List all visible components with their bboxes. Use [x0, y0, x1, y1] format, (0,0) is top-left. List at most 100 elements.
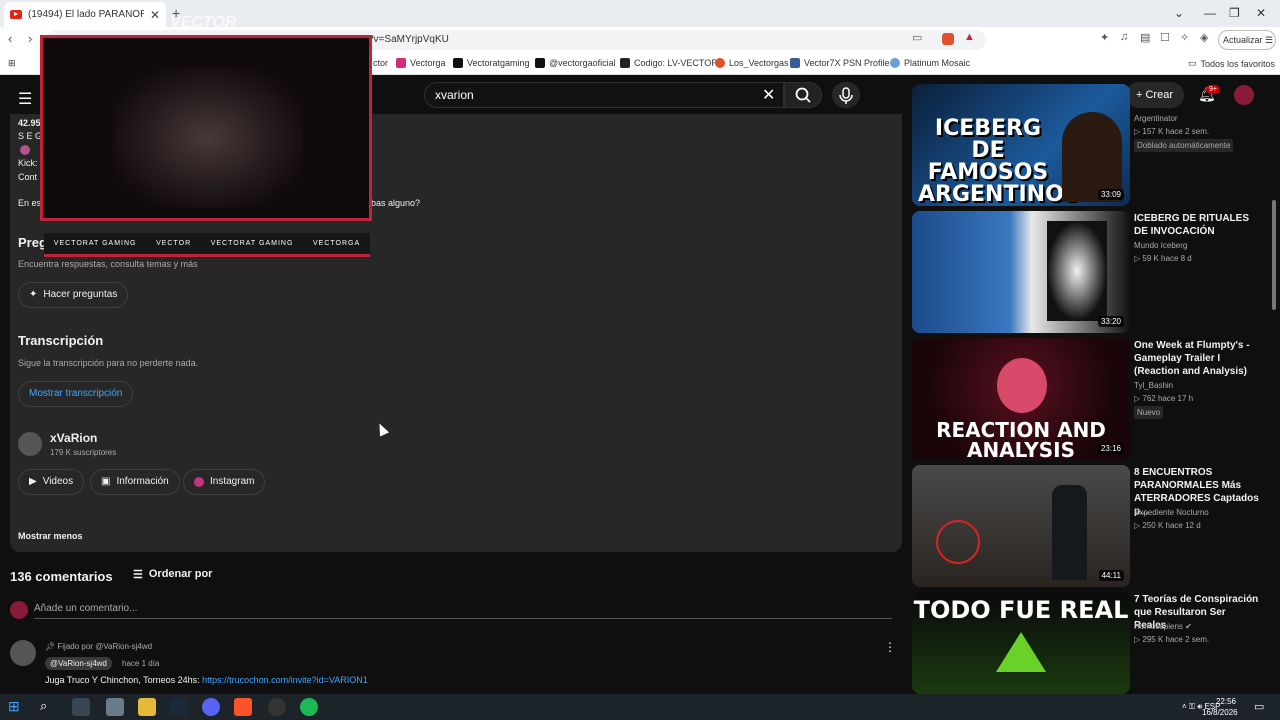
- update-button[interactable]: Actualizar ☰: [1218, 30, 1276, 50]
- psn-icon: [790, 58, 800, 68]
- start-icon[interactable]: ⊞: [8, 698, 20, 715]
- video-channel[interactable]: Homosapiens ✔: [1134, 622, 1192, 631]
- apps-icon[interactable]: ⊞: [8, 58, 16, 69]
- close-window-button[interactable]: ✕: [1256, 6, 1266, 20]
- clock[interactable]: 22:56 16/8/2026: [1202, 696, 1238, 718]
- task-view-icon[interactable]: [72, 698, 90, 716]
- forward-icon[interactable]: ›: [28, 31, 32, 46]
- brave-rewards-icon[interactable]: ▲: [964, 31, 975, 43]
- new-badge: Nuevo: [1134, 406, 1164, 419]
- thumbnail-eye-pyramid: [996, 632, 1046, 672]
- search-icon: [795, 87, 811, 103]
- ai-icon[interactable]: ✧: [1180, 31, 1189, 44]
- page-scrollbar[interactable]: [1272, 200, 1276, 310]
- cast-icon[interactable]: ▭: [912, 31, 922, 44]
- video-channel[interactable]: Mundo Iceberg: [1134, 241, 1187, 250]
- extensions-icon[interactable]: ✦: [1100, 31, 1109, 44]
- video-duration: 44:11: [1098, 570, 1124, 581]
- bookmark-item[interactable]: @vectorgaoficial: [535, 58, 616, 68]
- video-thumbnail[interactable]: TODO FUE REAL: [912, 592, 1130, 694]
- video-thumbnail[interactable]: 33:20: [912, 211, 1130, 333]
- thumbnail-circle: [936, 520, 980, 564]
- youtube-icon: [10, 10, 22, 19]
- voice-search-button[interactable]: [832, 82, 860, 108]
- bookmark-item[interactable]: Los_Vectorgas: [715, 58, 789, 68]
- steam-icon[interactable]: [170, 698, 188, 716]
- video-thumbnail[interactable]: REACTION AND ANALYSIS 23:16: [912, 338, 1130, 460]
- video-thumbnail[interactable]: ICEBERG DE FAMOSOS ARGENTINOS 33:09: [912, 84, 1130, 206]
- bookmark-item[interactable]: Vectorga: [396, 58, 446, 68]
- all-favorites[interactable]: ▭ Todos los favoritos: [1188, 58, 1275, 69]
- create-button[interactable]: + Crear: [1126, 82, 1184, 108]
- thumbnail-character: [997, 358, 1047, 413]
- video-icon: ▶: [29, 476, 37, 487]
- bookmark-item[interactable]: Platinum Mosaic: [890, 58, 970, 68]
- user-avatar: [10, 601, 28, 619]
- ask-questions-button[interactable]: ✦ Hacer preguntas: [18, 282, 129, 308]
- info-button[interactable]: ▣ Información: [90, 469, 180, 495]
- comment-author[interactable]: @VaRion-sj4wd: [45, 657, 112, 670]
- video-meta: ▷ 295 K hace 2 sem.: [1134, 635, 1210, 644]
- desc-line: En es: [18, 198, 42, 208]
- video-title[interactable]: ICEBERG DE RITUALES DE INVOCACIÓN: [1134, 212, 1260, 238]
- comment-time[interactable]: hace 1 día: [122, 659, 159, 668]
- back-icon[interactable]: ‹: [8, 31, 12, 46]
- desc-line: bas alguno?: [371, 198, 421, 208]
- minimize-button[interactable]: —: [1204, 6, 1216, 20]
- browser-tab[interactable]: (19494) El lado PARANORMAL d ✕: [4, 2, 166, 27]
- x-icon: [453, 58, 463, 68]
- account-avatar[interactable]: [1234, 85, 1254, 105]
- vector-logo: VECTOR: [170, 14, 237, 31]
- video-channel[interactable]: Argentinator: [1134, 114, 1178, 123]
- bookmark-item[interactable]: Codigo: LV-VECTOR: [620, 58, 718, 68]
- video-channel[interactable]: Tyl_Bashin: [1134, 381, 1173, 390]
- video-meta: ▷ 157 K hace 2 sem.: [1134, 127, 1210, 136]
- sort-button[interactable]: ☰ Ordenar por: [133, 568, 212, 581]
- tab-search-icon[interactable]: ⌄: [1174, 6, 1184, 20]
- taskbar-app-icon[interactable]: [106, 698, 124, 716]
- clear-search-icon[interactable]: ✕: [762, 85, 775, 105]
- bookmark-item[interactable]: ctor: [373, 58, 388, 68]
- transcript-subtitle: Sigue la transcripción para no perderte …: [18, 358, 199, 368]
- discord-icon[interactable]: [202, 698, 220, 716]
- search-button[interactable]: [784, 82, 822, 108]
- video-thumbnail[interactable]: 44:11: [912, 465, 1130, 587]
- restore-button[interactable]: ❐: [1229, 6, 1240, 20]
- comment-link[interactable]: https://trucochon.com/invite?id=VARION1: [202, 675, 368, 685]
- bookmark-item[interactable]: Vector7X PSN Profile: [790, 58, 890, 68]
- show-transcript-button[interactable]: Mostrar transcripción: [18, 381, 134, 407]
- channel-name[interactable]: xVaRion: [50, 431, 97, 445]
- obs-icon[interactable]: [268, 698, 286, 716]
- video-channel[interactable]: Expediente Nocturno: [1134, 508, 1209, 517]
- comment-menu-icon[interactable]: ⋮: [884, 640, 896, 654]
- close-tab-icon[interactable]: ✕: [150, 8, 160, 22]
- notification-center-icon[interactable]: ▭: [1254, 700, 1264, 713]
- bookmark-icon[interactable]: ☐: [1160, 31, 1170, 44]
- videos-button[interactable]: ▶ Videos: [18, 469, 85, 495]
- video-meta: ▷ 762 hace 17 h: [1134, 394, 1194, 403]
- media-icon[interactable]: ♫: [1120, 31, 1128, 43]
- bookmark-item[interactable]: Vectoratgaming: [453, 58, 530, 68]
- brave-shields-icon[interactable]: [942, 33, 954, 45]
- search-input[interactable]: xvarion: [424, 82, 784, 108]
- tab-title: (19494) El lado PARANORMAL d: [28, 9, 144, 20]
- show-less-button[interactable]: Mostrar menos: [18, 531, 83, 541]
- spotify-icon[interactable]: [300, 698, 318, 716]
- menu-icon[interactable]: ☰: [18, 89, 32, 109]
- brave-icon[interactable]: [234, 698, 252, 716]
- channel-avatar[interactable]: [18, 432, 42, 456]
- comment-avatar[interactable]: [10, 640, 36, 666]
- pinned-label: 📌︎ Fijado por @VaRion-sj4wd: [45, 642, 153, 651]
- verified-icon: ✔: [1185, 622, 1192, 631]
- add-comment-input[interactable]: Añade un comentario...: [34, 603, 892, 619]
- instagram-button[interactable]: Instagram: [183, 469, 266, 495]
- overlay-social-item: VECTORGA: [313, 240, 361, 247]
- overlay-social-item: VECTORAT GAMING: [210, 240, 294, 247]
- taskbar-search-icon[interactable]: ⌕: [40, 698, 47, 714]
- vpn-icon[interactable]: ◈: [1200, 31, 1208, 44]
- folder-icon: ▭: [1188, 58, 1197, 68]
- file-explorer-icon[interactable]: [138, 698, 156, 716]
- video-title[interactable]: One Week at Flumpty's - Gameplay Trailer…: [1134, 339, 1260, 378]
- sidebar-icon[interactable]: ▤: [1140, 31, 1150, 44]
- video-duration: 33:09: [1097, 189, 1124, 200]
